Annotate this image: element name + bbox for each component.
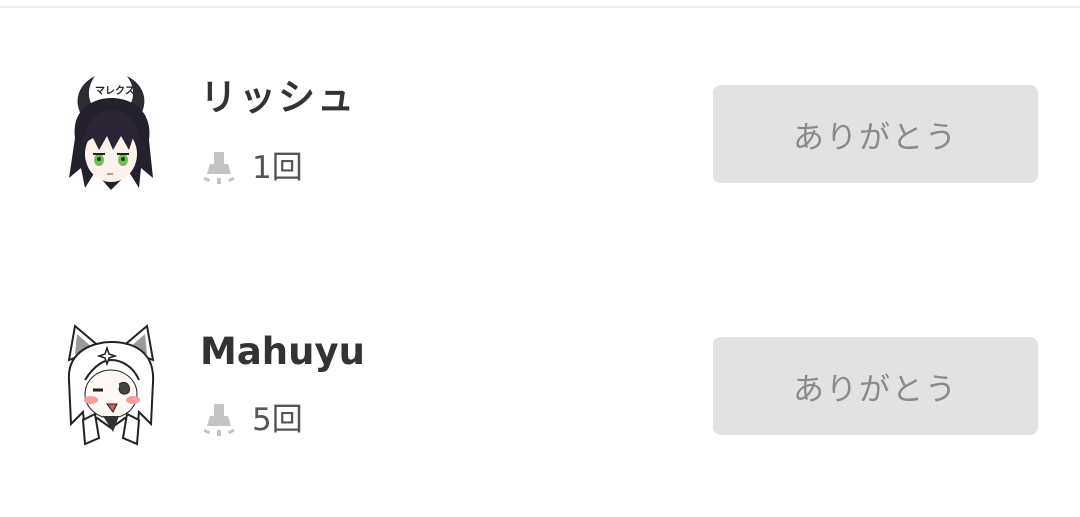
support-count: 1回: [202, 148, 303, 188]
flashlight-icon: [203, 404, 235, 436]
avatar-label: マレクス: [95, 86, 135, 97]
supporter-name[interactable]: Mahuyu: [200, 330, 365, 374]
supporter-row: マレクス リッシュ 1回 ありがとう: [0, 68, 1080, 198]
white-cat-ear-character-avatar: [67, 324, 155, 446]
supporter-row: Mahuyu 5回 ありがとう: [0, 320, 1080, 450]
count-value: 1回: [252, 150, 303, 186]
supporter-name[interactable]: リッシュ: [200, 76, 356, 120]
avatar[interactable]: [55, 320, 167, 452]
divider: [0, 6, 1080, 8]
thanks-button[interactable]: ありがとう: [713, 85, 1038, 183]
supporters-page: マレクス リッシュ 1回 ありがとう Mahuyu 5回 ありがとう: [0, 0, 1080, 517]
avatar[interactable]: マレクス: [55, 68, 167, 200]
count-value: 5回: [252, 402, 303, 438]
thanks-button[interactable]: ありがとう: [713, 337, 1038, 435]
support-count: 5回: [202, 400, 303, 440]
flashlight-icon: [203, 152, 235, 184]
